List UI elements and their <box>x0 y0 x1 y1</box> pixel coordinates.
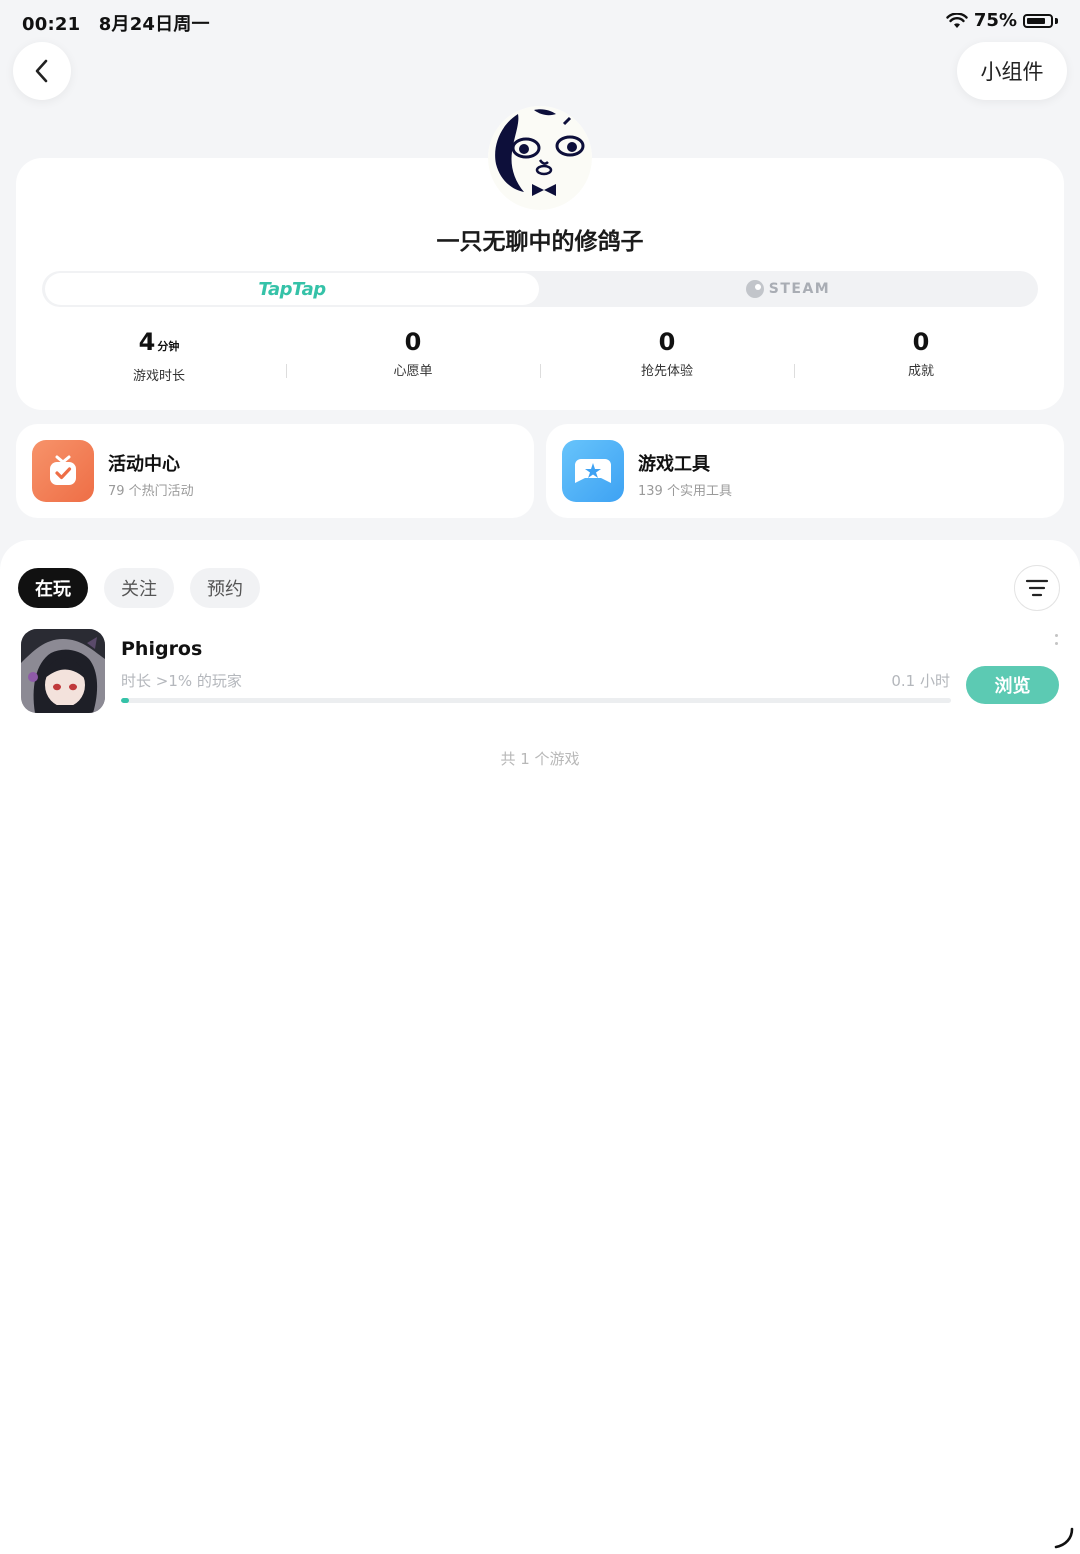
game-name[interactable]: Phigros <box>121 638 202 660</box>
tab-taptap[interactable]: TapTap <box>45 273 539 305</box>
battery-percent: 75% <box>973 10 1017 31</box>
steam-icon <box>745 280 764 298</box>
game-tools-card[interactable]: 游戏工具 139 个实用工具 <box>546 424 1064 518</box>
stat-label: 心愿单 <box>393 364 433 379</box>
back-button[interactable] <box>13 42 71 100</box>
game-row[interactable]: Phigros 时长 >1% 的玩家 0.1 小时 浏览 <box>0 624 1080 720</box>
library-tabs: 在玩 关注 预约 <box>18 568 260 608</box>
stat-label: 游戏时长 <box>132 369 185 384</box>
stat-early-access[interactable]: 0 抢先体验 <box>540 326 794 386</box>
stat-achievements[interactable]: 0 成就 <box>794 326 1048 386</box>
game-count: 共 1 个游戏 <box>500 750 580 768</box>
stats-row: 4 分钟 游戏时长 0 心愿单 0 抢先体验 0 成就 <box>32 326 1048 386</box>
tab-playing[interactable]: 在玩 <box>18 568 88 608</box>
tab-steam[interactable]: STEAM <box>541 273 1035 305</box>
avatar[interactable] <box>488 106 592 210</box>
browse-button[interactable]: 浏览 <box>966 666 1059 704</box>
shortcut-title: 活动中心 <box>108 454 180 475</box>
widget-button[interactable]: 小组件 <box>957 42 1067 100</box>
battery-tip <box>1055 17 1058 24</box>
game-playtime-rank: 时长 >1% 的玩家 <box>121 672 242 690</box>
game-hours: 0.1 小时 <box>891 672 950 690</box>
shortcut-title: 游戏工具 <box>638 454 710 475</box>
playtime-progress-fill <box>121 698 130 703</box>
shortcut-subtitle: 139 个实用工具 <box>638 484 732 499</box>
stat-value: 4 分钟 <box>138 328 180 356</box>
stat-unit: 分钟 <box>157 340 180 353</box>
stat-playtime[interactable]: 4 分钟 游戏时长 <box>32 326 286 386</box>
steam-logo: STEAM <box>745 280 831 298</box>
tab-reserved[interactable]: 预约 <box>190 568 260 608</box>
status-time: 00:21 <box>22 14 81 35</box>
stat-value: 0 <box>658 328 676 356</box>
game-icon[interactable] <box>21 629 105 713</box>
battery-icon <box>1023 13 1053 28</box>
taptap-logo: TapTap <box>258 278 326 300</box>
loading-spinner-icon <box>1054 1527 1074 1549</box>
status-date: 8月24日周一 <box>98 14 210 35</box>
chevron-left-icon <box>35 59 48 83</box>
sort-button[interactable] <box>1014 565 1060 611</box>
sort-icon <box>1025 579 1049 597</box>
wifi-icon <box>946 12 968 28</box>
more-options-icon[interactable] <box>1050 634 1062 660</box>
platform-switch: TapTap STEAM <box>42 271 1038 307</box>
shortcut-subtitle: 79 个热门活动 <box>108 484 194 499</box>
stat-value: 0 <box>404 328 422 356</box>
stat-value: 0 <box>912 328 930 356</box>
gift-check-icon <box>32 440 94 502</box>
stat-label: 抢先体验 <box>640 364 693 379</box>
status-bar-left: 00:21 8月24日周一 <box>22 10 222 36</box>
status-bar-right: 75% <box>946 10 1058 31</box>
playtime-progress <box>121 698 951 703</box>
gamepad-icon <box>562 440 624 502</box>
steam-label: STEAM <box>768 281 831 297</box>
tab-following[interactable]: 关注 <box>104 568 174 608</box>
avatar-image <box>488 106 592 210</box>
stat-label: 成就 <box>907 364 934 379</box>
activity-center-card[interactable]: 活动中心 79 个热门活动 <box>16 424 534 518</box>
stat-wishlist[interactable]: 0 心愿单 <box>286 326 540 386</box>
username: 一只无聊中的修鸽子 <box>436 229 644 255</box>
